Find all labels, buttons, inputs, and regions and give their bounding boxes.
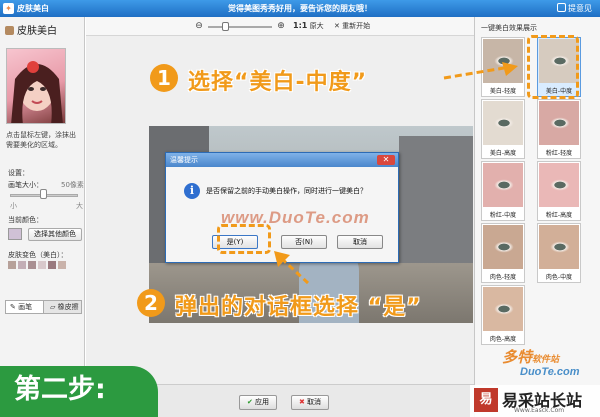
title-tip: 觉得美图秀秀好用，要告诉您的朋友哦！: [228, 4, 372, 13]
zoom-toolbar: ⊖ ⊕ 1:1 原大 ✕ 重新开始: [86, 17, 474, 36]
apply-label: 应用: [255, 398, 270, 406]
actual-size-button[interactable]: 1:1 原大: [293, 21, 324, 31]
other-color-button[interactable]: 选择其他颜色: [28, 228, 82, 241]
duote-logo: 多特软件站: [502, 346, 559, 367]
effects-panel-title: 一键美白效果展示: [481, 24, 537, 32]
effect-thumb[interactable]: 美白-高度: [481, 99, 525, 159]
step2-number: 2: [137, 289, 165, 317]
eye-preview-image: [483, 101, 523, 145]
feedback-link[interactable]: 提意见: [557, 3, 592, 14]
feedback-label: 提意见: [568, 4, 592, 13]
preview-portrait: [6, 48, 66, 124]
brush-size-label: 画笔大小：: [8, 181, 43, 189]
yicai-logo: 易 易采站长站 Www.Easck.Com: [470, 385, 600, 417]
usage-hint: 点击鼠标左键，涂抹出需要美化的区域。: [6, 131, 76, 149]
check-icon: ✔: [246, 398, 253, 406]
color-chip[interactable]: [38, 261, 46, 269]
effect-thumb[interactable]: 粉红-轻度: [537, 99, 581, 159]
step2-text: 弹出的对话框选择 “是”: [175, 295, 422, 320]
yicai-url: Www.Easck.Com: [514, 407, 565, 414]
effect-thumb-label: 肉色-高度: [489, 336, 517, 343]
effect-thumb[interactable]: 粉红-高度: [537, 161, 581, 221]
dialog-cancel-button[interactable]: 取消: [337, 235, 383, 249]
highlight-medium-box: [527, 35, 579, 99]
eye-preview-image: [539, 225, 579, 269]
actual-size-ratio: 1:1: [293, 21, 308, 30]
portrait-illustration: [11, 61, 63, 123]
zoom-slider[interactable]: [222, 22, 229, 31]
sidebar-heading: 皮肤美白: [5, 22, 57, 37]
step1-arrow-icon: [443, 62, 518, 80]
dialog-message: 是否保留之前的手动美白操作，同时进行一键美白？: [206, 187, 367, 195]
highlight-yes-box: [217, 224, 271, 254]
step1-number: 1: [150, 64, 178, 92]
tool-sidebar: 皮肤美白 点击鼠标左键，涂抹出需要美化的区域。 设置： 画笔大小： 50像素 小…: [0, 17, 85, 417]
skin-color-chips: [8, 261, 68, 271]
feedback-icon: [557, 3, 566, 12]
photo-building: [399, 136, 473, 266]
color-chip[interactable]: [8, 261, 16, 269]
effect-thumb[interactable]: 肉色-轻度: [481, 223, 525, 283]
duote-url: DuoTe.com: [520, 366, 580, 378]
current-color-label: 当前颜色：: [8, 216, 43, 224]
reset-label: 重新开始: [342, 22, 371, 30]
brush-max-label: 大: [76, 202, 83, 210]
cancel-icon: ✖: [298, 398, 305, 406]
eye-preview-image: [483, 163, 523, 207]
reset-button[interactable]: ✕ 重新开始: [334, 21, 370, 31]
eraser-tool-label: 橡皮擦: [57, 303, 79, 311]
apply-button[interactable]: ✔ 应用: [239, 395, 277, 410]
settings-label: 设置：: [8, 169, 29, 177]
current-color-swatch[interactable]: [8, 228, 22, 240]
effect-thumb-label: 美白-高度: [489, 150, 517, 157]
title-bar: ✦ 皮肤美白 觉得美图秀秀好用，要告诉您的朋友哦！ 提意见: [0, 0, 600, 17]
cancel-label: 取消: [307, 398, 322, 406]
effect-thumb-label: 肉色-轻度: [489, 274, 517, 281]
cancel-button[interactable]: ✖ 取消: [291, 395, 329, 410]
effect-thumb-label: 粉红-轻度: [545, 150, 573, 157]
brush-size-value: 50像素: [61, 181, 84, 189]
effect-thumb-label: 美白-轻度: [489, 88, 517, 95]
info-icon: i: [184, 183, 200, 199]
eye-preview-image: [483, 287, 523, 331]
dialog-close-icon[interactable]: ✕: [377, 155, 395, 165]
duote-logo-small: 软件站: [532, 355, 560, 365]
effect-thumb-label: 粉红-中度: [489, 212, 517, 219]
dialog-title: 温馨提示: [166, 153, 398, 167]
yicai-mark-icon: 易: [474, 388, 498, 412]
effect-thumb[interactable]: 肉色-高度: [481, 285, 525, 345]
zoom-track[interactable]: [208, 26, 272, 28]
actual-size-text: 原大: [309, 22, 324, 30]
effect-thumb[interactable]: 粉红-中度: [481, 161, 525, 221]
color-chip[interactable]: [28, 261, 36, 269]
brush-min-label: 小: [10, 202, 17, 210]
step1-text: 选择“美白-中度”: [188, 70, 368, 95]
sidebar-heading-text: 皮肤美白: [17, 26, 57, 37]
color-chip[interactable]: [48, 261, 56, 269]
zoom-in-icon[interactable]: ⊕: [276, 21, 286, 31]
effect-thumb-label: 肉色-中度: [545, 274, 573, 281]
eye-preview-image: [539, 163, 579, 207]
skin-color-label: 皮肤变色（美白）：: [8, 251, 68, 259]
watermark-text: www.DuoTe.com: [221, 208, 370, 227]
effect-thumb[interactable]: 肉色-中度: [537, 223, 581, 283]
color-chip[interactable]: [18, 261, 26, 269]
step-label: 第二步:: [0, 366, 158, 417]
pen-tool-label: 画笔: [18, 303, 33, 311]
duote-logo-text: 多特: [502, 348, 533, 366]
zoom-out-icon[interactable]: ⊖: [194, 21, 204, 31]
eraser-tool-tab[interactable]: ▱ 橡皮擦: [46, 301, 82, 313]
color-chip[interactable]: [58, 261, 66, 269]
eye-preview-image: [539, 101, 579, 145]
effect-thumb-label: 粉红-高度: [545, 212, 573, 219]
pen-tool-tab[interactable]: ✎ 画笔: [6, 301, 44, 313]
dialog-no-button[interactable]: 否(N): [281, 235, 327, 249]
step2-arrow-icon: [274, 251, 310, 285]
tool-tabs: ✎ 画笔 ▱ 橡皮擦: [5, 300, 82, 314]
eye-preview-image: [483, 225, 523, 269]
brush-size-slider[interactable]: [40, 189, 47, 199]
skin-tool-icon: [5, 26, 14, 35]
